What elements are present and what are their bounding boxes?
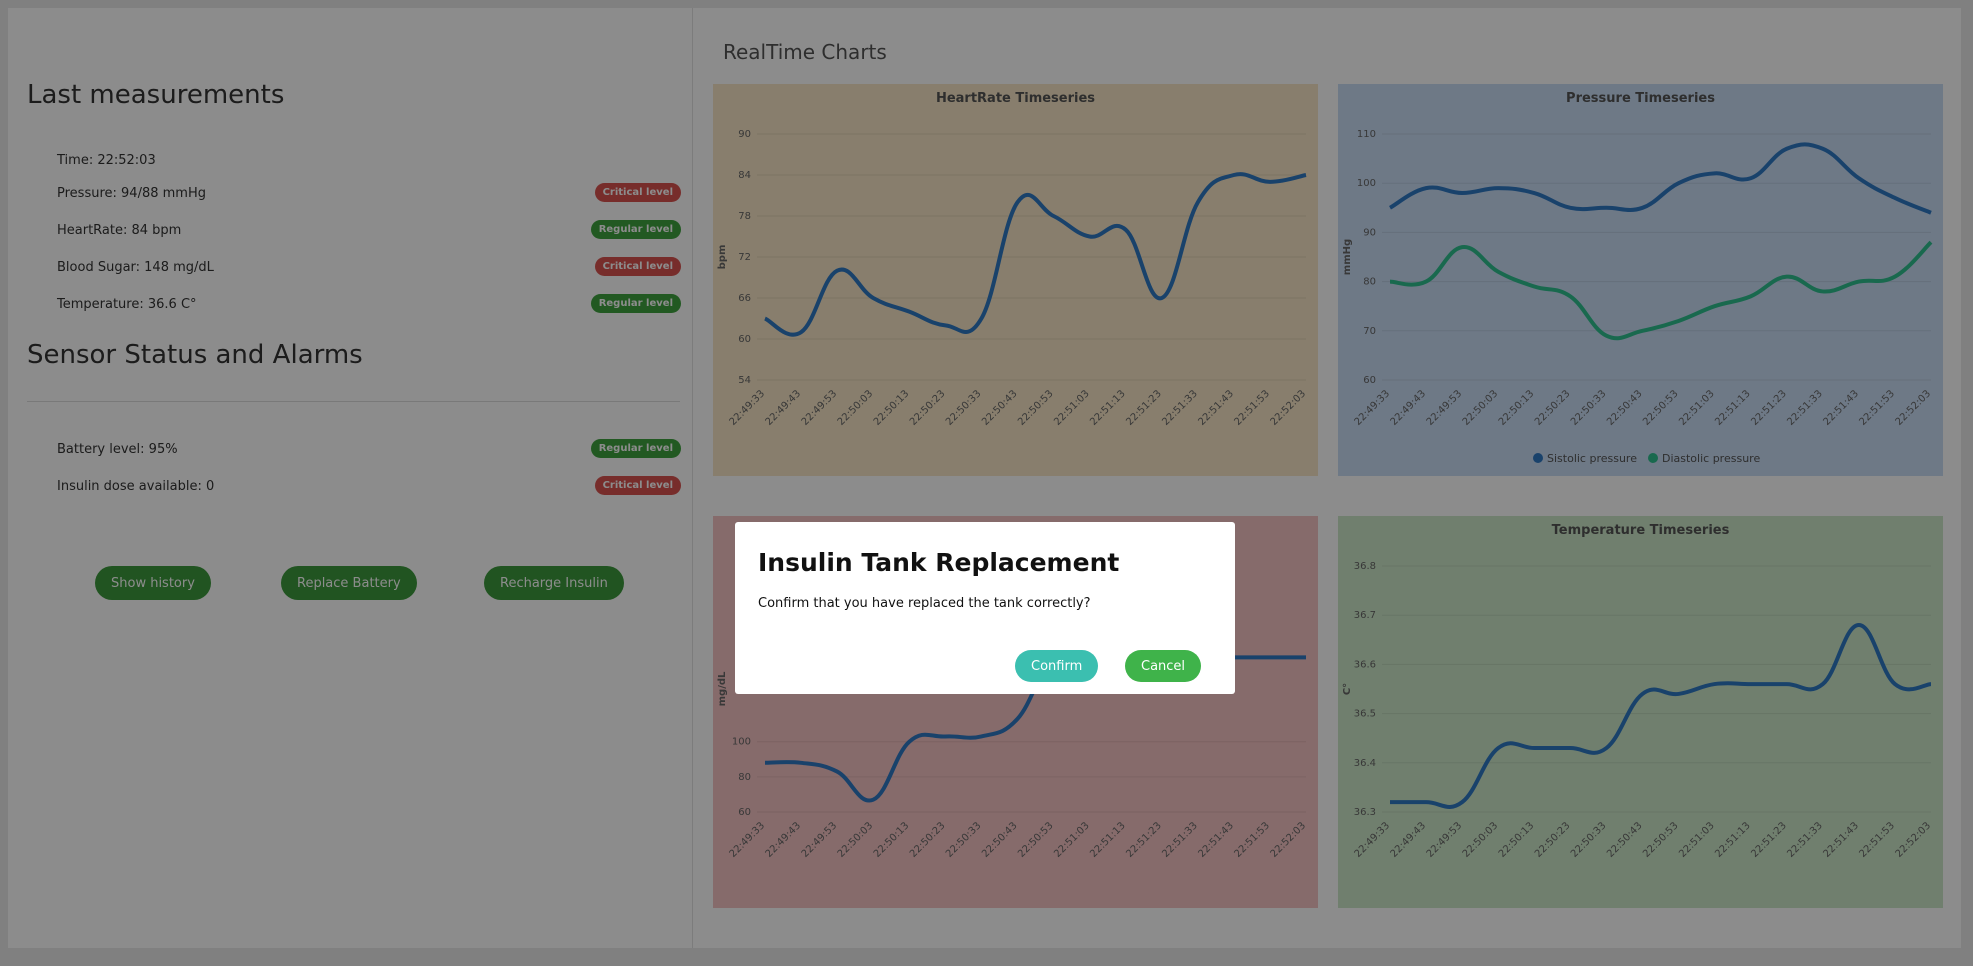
modal-backdrop[interactable] — [0, 0, 1973, 966]
dialog-message: Confirm that you have replaced the tank … — [758, 596, 1091, 611]
confirm-button[interactable]: Confirm — [1015, 650, 1099, 682]
cancel-button[interactable]: Cancel — [1125, 650, 1202, 682]
insulin-tank-dialog: Insulin Tank Replacement Confirm that yo… — [735, 522, 1235, 694]
dialog-title: Insulin Tank Replacement — [758, 548, 1120, 577]
